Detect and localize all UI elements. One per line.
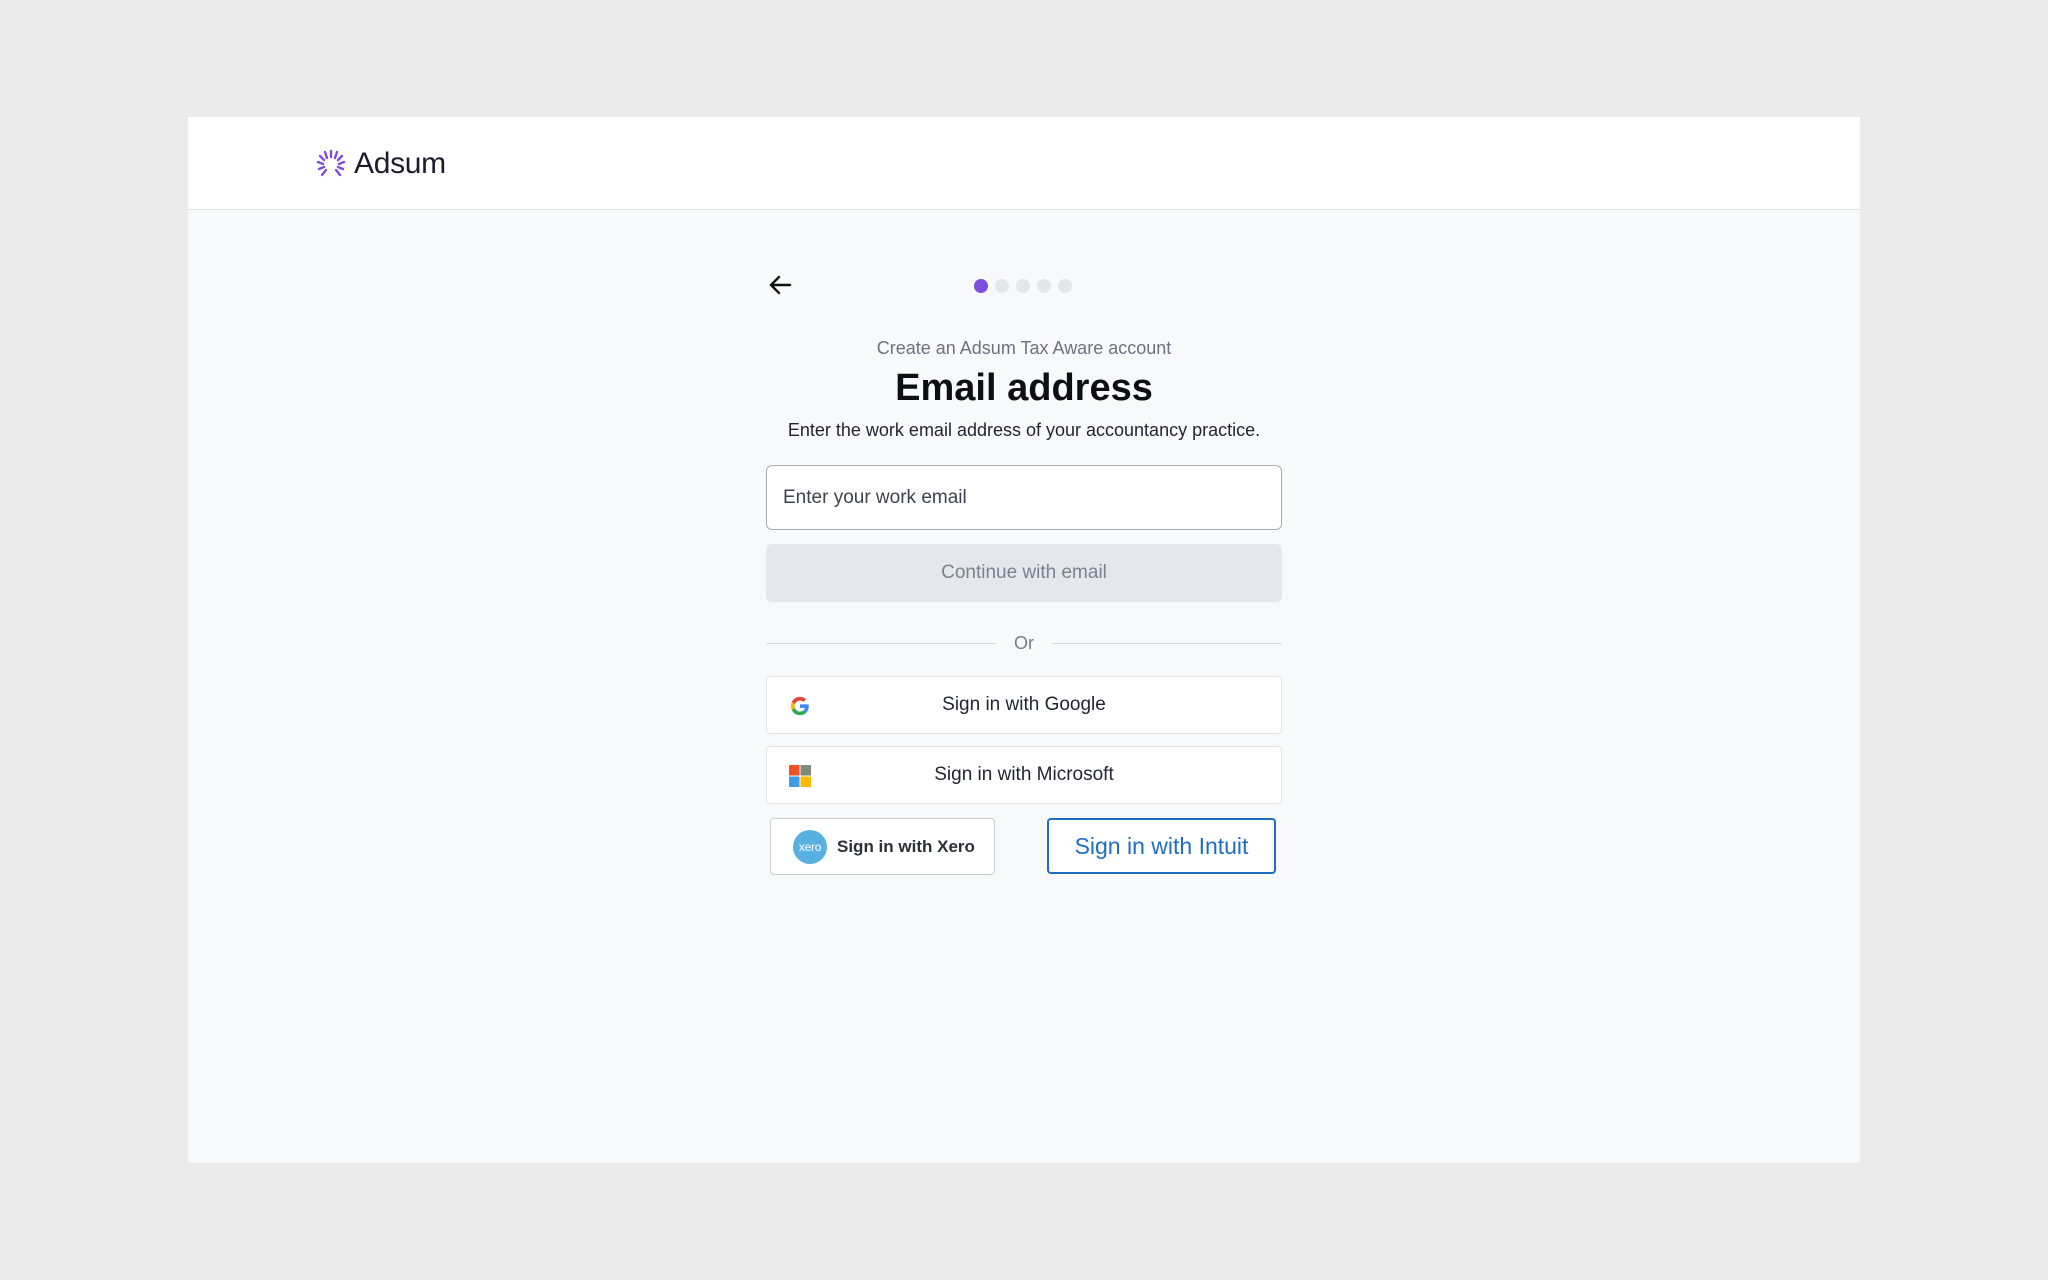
signup-form: Create an Adsum Tax Aware account Email … — [766, 209, 1282, 876]
intuit-sign-in-label: Sign in with Intuit — [1074, 832, 1249, 859]
adsum-logo-icon — [316, 149, 346, 177]
step-dot-5 — [1058, 279, 1072, 293]
divider-line-right — [1052, 642, 1282, 644]
xero-sign-in-button[interactable]: xero Sign in with Xero — [770, 818, 995, 875]
arrow-left-icon — [769, 275, 792, 295]
brand-logo[interactable]: Adsum — [314, 147, 446, 181]
back-button[interactable] — [766, 271, 794, 299]
or-divider: Or — [766, 632, 1282, 654]
top-bar: Adsum — [188, 117, 1860, 210]
google-sign-in-button[interactable]: Sign in with Google — [766, 676, 1282, 734]
continue-with-email-button[interactable]: Continue with email — [766, 544, 1282, 602]
xero-sign-in-label: Sign in with Xero — [837, 836, 975, 856]
form-pretitle: Create an Adsum Tax Aware account — [876, 338, 1172, 358]
stepper-row — [766, 209, 1282, 305]
divider-line-left — [766, 642, 996, 644]
step-dot-4 — [1037, 279, 1051, 293]
google-sign-in-label: Sign in with Google — [942, 694, 1106, 715]
microsoft-sign-in-button[interactable]: Sign in with Microsoft — [766, 746, 1282, 804]
app-frame: Adsum Create an Adsum Tax Aware account … — [188, 117, 1860, 1163]
step-dot-2 — [995, 279, 1009, 293]
intuit-sign-in-button[interactable]: Sign in with Intuit — [1047, 818, 1276, 874]
google-icon — [790, 696, 809, 716]
microsoft-icon — [789, 765, 811, 787]
xero-logo-icon: xero — [793, 829, 827, 864]
partner-sign-in-row: xero Sign in with Xero Sign in with Intu… — [766, 818, 1282, 876]
divider-label: Or — [1014, 632, 1034, 653]
progress-stepper — [974, 279, 1072, 293]
microsoft-sign-in-label: Sign in with Microsoft — [934, 764, 1114, 785]
step-dot-3 — [1016, 279, 1030, 293]
step-dot-1 — [974, 279, 988, 293]
form-subtitle: Enter the work email address of your acc… — [787, 420, 1261, 440]
brand-name: Adsum — [354, 147, 446, 180]
email-input[interactable] — [766, 465, 1282, 530]
page-title: Email address — [895, 367, 1153, 409]
